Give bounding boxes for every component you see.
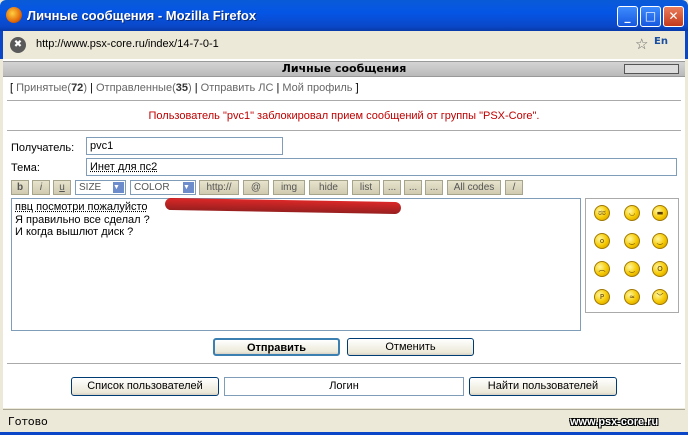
surprised-smiley-icon[interactable]: o <box>594 233 610 249</box>
smile-smiley-icon[interactable]: ‿ <box>652 233 668 249</box>
close-button[interactable]: ✕ <box>663 6 684 27</box>
nav-send-link[interactable]: Отправить ЛС <box>201 82 274 94</box>
divider <box>7 130 681 131</box>
bold-button[interactable]: b <box>11 180 29 195</box>
code-button-3[interactable]: ... <box>425 180 443 195</box>
divider <box>7 363 681 364</box>
list-button[interactable]: list <box>352 180 380 195</box>
size-select[interactable]: SIZE ▼ <box>75 180 126 195</box>
header-widget[interactable] <box>624 64 679 74</box>
maximize-button[interactable]: □ <box>640 6 661 27</box>
message-line: Я правильно все сделал ? <box>15 213 150 226</box>
smirk-smiley-icon[interactable]: ﹀ <box>652 289 668 305</box>
divider <box>7 100 681 101</box>
site-identity-icon[interactable]: ✖ <box>10 37 26 53</box>
grin-smiley-icon[interactable]: ◡ <box>624 205 640 221</box>
user-list-button[interactable]: Список пользователей <box>71 377 219 396</box>
laugh-smiley-icon[interactable]: ≈ <box>624 289 640 305</box>
chevron-down-icon: ▼ <box>183 182 194 193</box>
message-textarea[interactable]: пвц посмотри пожалуйсто Я правильно все … <box>11 198 581 331</box>
find-users-button[interactable]: Найти пользователей <box>469 377 617 396</box>
bookmark-star-icon[interactable]: ☆ <box>635 35 648 53</box>
subject-input[interactable]: Инет для пс2 <box>86 158 677 176</box>
subject-label: Тема: <box>11 162 40 174</box>
shocked-smiley-icon[interactable]: O <box>652 261 668 277</box>
language-indicator[interactable]: En <box>654 36 672 52</box>
window-title: Личные сообщения - Mozilla Firefox <box>27 8 257 23</box>
cancel-button[interactable]: Отменить <box>347 338 474 356</box>
status-text: Готово <box>8 415 48 428</box>
minimize-button[interactable]: _ <box>617 6 638 27</box>
color-select[interactable]: COLOR ▼ <box>130 180 196 195</box>
angry-smiley-icon[interactable]: ಠಠ <box>594 205 610 221</box>
send-button[interactable]: Отправить <box>213 338 340 356</box>
cool-smiley-icon[interactable]: ▬ <box>652 205 668 221</box>
message-line: И когда вышлют диск ? <box>15 226 134 238</box>
sad-smiley-icon[interactable]: ︵ <box>594 261 610 277</box>
img-button[interactable]: img <box>273 180 305 195</box>
all-codes-button[interactable]: All codes <box>447 180 501 195</box>
firefox-icon <box>6 7 22 23</box>
nav-sent-link[interactable]: Отправленные(35) <box>96 82 192 94</box>
email-button[interactable]: @ <box>243 180 269 195</box>
recipient-input[interactable]: pvc1 <box>86 137 283 155</box>
page-header: Личные сообщения <box>3 61 685 77</box>
chevron-down-icon: ▼ <box>113 182 124 193</box>
login-input[interactable]: Логин <box>224 377 464 396</box>
close-tags-button[interactable]: / <box>505 180 523 195</box>
underline-button[interactable]: u <box>53 180 71 195</box>
happy-smiley-icon[interactable]: ‿ <box>624 261 640 277</box>
notice-message: Пользователь "pvc1" заблокировал прием с… <box>148 110 540 122</box>
italic-button[interactable]: i <box>32 180 50 195</box>
nav-profile-link[interactable]: Мой профиль <box>282 82 352 94</box>
messages-nav: [ Принятые(72) | Отправленные(35) | Отпр… <box>10 82 359 94</box>
watermark: www.psx-core.ru <box>570 416 659 428</box>
tongue-smiley-icon[interactable]: P <box>594 289 610 305</box>
code-button-1[interactable]: ... <box>383 180 401 195</box>
wink-smiley-icon[interactable]: ‿ <box>624 233 640 249</box>
hide-button[interactable]: hide <box>309 180 348 195</box>
recipient-label: Получатель: <box>11 142 75 154</box>
http-button[interactable]: http:// <box>199 180 239 195</box>
code-button-2[interactable]: ... <box>404 180 422 195</box>
nav-received-link[interactable]: Принятые(72) <box>16 82 87 94</box>
url-field[interactable]: http://www.psx-core.ru/index/14-7-0-1 <box>36 38 219 50</box>
